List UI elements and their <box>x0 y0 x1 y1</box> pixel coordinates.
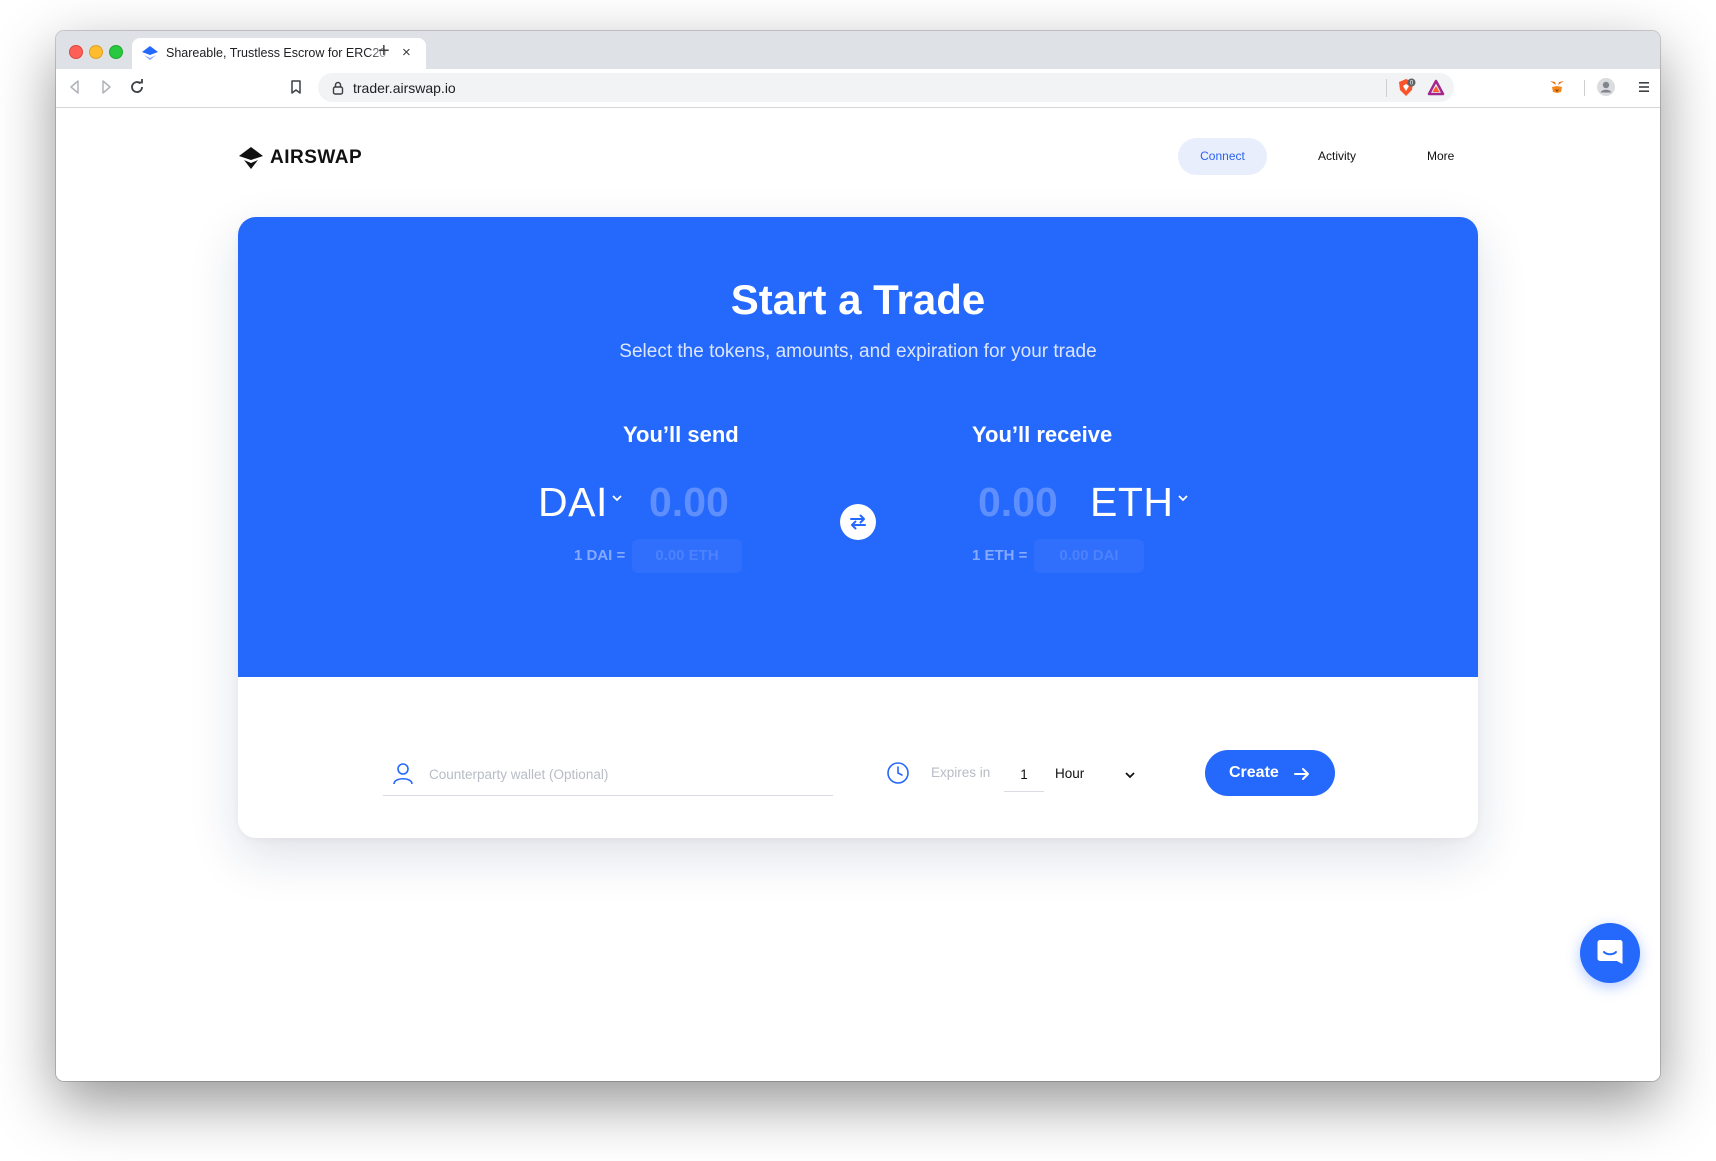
chevron-down-icon[interactable] <box>1177 493 1189 503</box>
url-text: trader.airswap.io <box>353 80 456 96</box>
more-link[interactable]: More <box>1427 138 1454 175</box>
address-bar[interactable]: trader.airswap.io 0 <box>318 73 1454 102</box>
profile-icon[interactable] <box>1596 77 1616 97</box>
menu-icon[interactable] <box>1634 77 1654 97</box>
window-close-button[interactable] <box>69 45 83 59</box>
page-subtitle: Select the tokens, amounts, and expirati… <box>619 341 1097 362</box>
counterparty-wallet-input[interactable] <box>427 761 791 787</box>
clock-icon <box>887 762 909 784</box>
window-minimize-button[interactable] <box>89 45 103 59</box>
page-title: Start a Trade <box>730 276 986 323</box>
create-label: Create <box>1229 764 1279 781</box>
reload-icon[interactable] <box>128 78 146 96</box>
back-icon[interactable] <box>66 78 84 96</box>
airswap-favicon-icon <box>142 46 158 60</box>
airswap-logo-icon <box>239 147 263 169</box>
brave-shield-icon[interactable]: 0 <box>1396 78 1416 98</box>
browser-window: Shareable, Trustless Escrow for ERC20 To… <box>56 31 1660 1081</box>
browser-toolbar: trader.airswap.io 0 <box>56 69 1660 108</box>
swap-icon <box>850 514 866 530</box>
lock-icon <box>332 81 344 95</box>
chat-icon <box>1597 940 1623 964</box>
tab-title: Shareable, Trustless Escrow for ERC20 To… <box>166 46 386 60</box>
page-content: AIRSWAP Connect Activity More Start a Tr… <box>56 108 1660 1081</box>
tab-close-button[interactable]: × <box>402 44 411 62</box>
send-rate-input[interactable]: 0.00 ETH <box>632 539 742 573</box>
create-button[interactable]: Create <box>1205 750 1335 796</box>
send-amount-input[interactable]: 0.00 <box>649 479 729 526</box>
brave-rewards-icon[interactable] <box>1426 78 1446 98</box>
user-icon <box>393 763 413 785</box>
expires-label: Expires in <box>931 765 991 780</box>
connect-button[interactable]: Connect <box>1178 138 1267 175</box>
tab-strip: Shareable, Trustless Escrow for ERC20 To… <box>56 31 1660 69</box>
airswap-logo[interactable]: AIRSWAP <box>238 144 362 172</box>
trade-hero: Start a Trade Select the tokens, amounts… <box>238 217 1478 677</box>
forward-icon[interactable] <box>97 78 115 96</box>
send-label: You’ll send <box>623 422 739 447</box>
receive-rate-label: 1 ETH = <box>972 547 1028 564</box>
chat-launcher-button[interactable] <box>1580 923 1640 983</box>
swap-direction-button[interactable] <box>840 504 876 540</box>
expires-unit-select[interactable]: Hour <box>1055 766 1084 781</box>
arrow-right-icon <box>1294 768 1309 780</box>
chevron-down-icon[interactable] <box>1124 770 1136 780</box>
receive-amount-input[interactable]: 0.00 <box>978 479 1058 526</box>
send-rate-label: 1 DAI = <box>574 547 626 564</box>
new-tab-button[interactable]: + <box>378 41 390 61</box>
trade-card: Start a Trade Select the tokens, amounts… <box>238 217 1478 838</box>
logo-text: AIRSWAP <box>270 147 363 168</box>
chevron-down-icon[interactable] <box>611 493 623 503</box>
expires-value-input[interactable]: 1 <box>1004 759 1044 792</box>
activity-link[interactable]: Activity <box>1318 138 1356 175</box>
receive-rate-input[interactable]: 0.00 DAI <box>1034 539 1144 573</box>
send-token-select[interactable]: DAI <box>538 479 608 526</box>
trade-options-row: Expires in 1 Hour Create <box>238 677 1478 838</box>
bookmark-icon[interactable] <box>287 78 305 96</box>
metamask-icon[interactable] <box>1547 77 1567 97</box>
receive-label: You’ll receive <box>972 422 1113 447</box>
window-maximize-button[interactable] <box>109 45 123 59</box>
receive-token-select[interactable]: ETH <box>1090 479 1174 526</box>
